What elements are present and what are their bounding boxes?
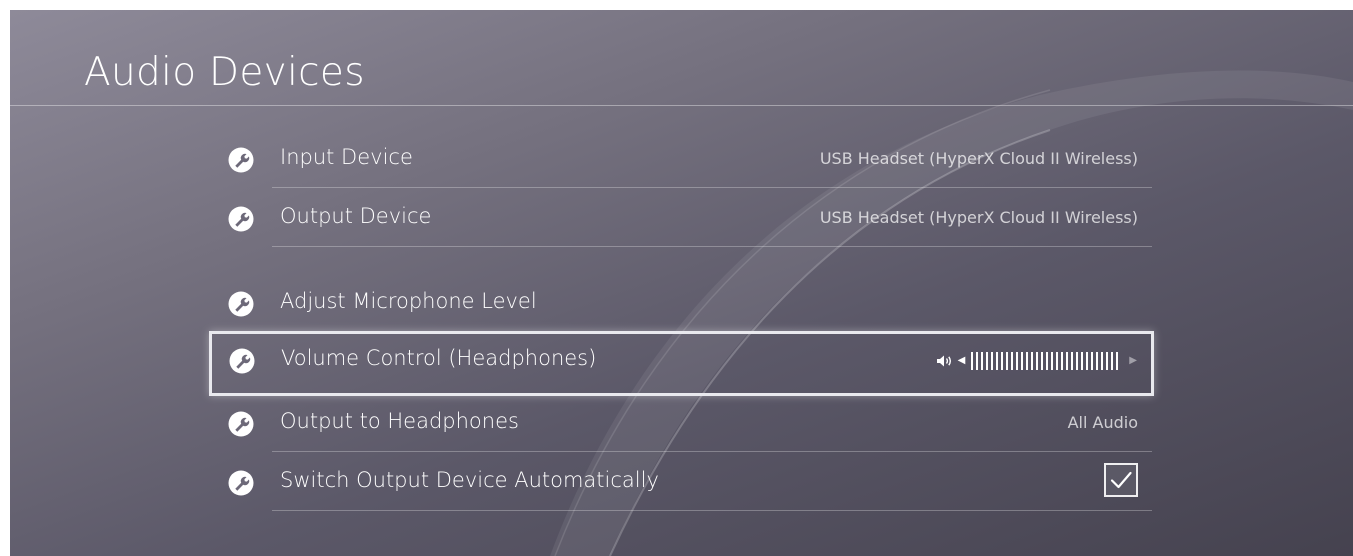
volume-tick — [1096, 352, 1099, 370]
right-arrow-icon[interactable]: ▶ — [1129, 356, 1137, 366]
menu-item-label: Switch Output Device Automatically — [280, 468, 659, 492]
volume-tick — [1041, 352, 1044, 370]
volume-tick — [1051, 352, 1054, 370]
page-title: Audio Devices — [84, 50, 365, 95]
output-to-headphones-value: All Audio — [1067, 413, 1138, 432]
volume-tick — [1111, 352, 1114, 370]
row-divider — [272, 451, 1152, 452]
menu-item-adjust-microphone-level[interactable]: Adjust Microphone Level — [208, 274, 1152, 332]
menu-item-output-device[interactable]: Output Device USB Headset (HyperX Cloud … — [208, 189, 1152, 247]
menu-item-output-to-headphones[interactable]: Output to Headphones All Audio — [208, 394, 1152, 452]
wrench-icon — [228, 291, 254, 317]
volume-tick — [1031, 352, 1034, 370]
row-divider — [272, 246, 1152, 247]
menu-item-label: Volume Control (Headphones) — [281, 346, 597, 370]
volume-tick — [1106, 352, 1109, 370]
volume-tick — [996, 352, 999, 370]
volume-tick — [1026, 352, 1029, 370]
input-device-value: USB Headset (HyperX Cloud II Wireless) — [819, 149, 1138, 168]
volume-tick — [986, 352, 989, 370]
wrench-icon — [229, 348, 255, 374]
audio-devices-screen: Audio Devices Input Device USB Headset (… — [10, 10, 1353, 556]
wrench-icon — [228, 206, 254, 232]
menu-item-label: Output to Headphones — [280, 409, 519, 433]
volume-level-bars — [971, 352, 1121, 370]
row-divider — [272, 510, 1152, 511]
volume-tick — [1081, 352, 1084, 370]
wrench-icon — [228, 411, 254, 437]
volume-tick — [1056, 352, 1059, 370]
volume-tick — [1076, 352, 1079, 370]
row-divider — [272, 187, 1152, 188]
volume-tick — [1021, 352, 1024, 370]
menu-item-switch-output-automatically[interactable]: Switch Output Device Automatically — [208, 453, 1152, 511]
menu-item-label: Output Device — [280, 204, 432, 228]
volume-tick — [976, 352, 979, 370]
volume-tick — [1071, 352, 1074, 370]
volume-tick — [981, 352, 984, 370]
volume-tick — [1011, 352, 1014, 370]
volume-tick — [1036, 352, 1039, 370]
title-divider — [10, 105, 1353, 106]
menu-item-input-device[interactable]: Input Device USB Headset (HyperX Cloud I… — [208, 130, 1152, 188]
volume-tick — [991, 352, 994, 370]
wrench-icon — [228, 147, 254, 173]
output-device-value: USB Headset (HyperX Cloud II Wireless) — [819, 208, 1138, 227]
volume-tick — [971, 352, 974, 370]
menu-item-label: Adjust Microphone Level — [280, 289, 537, 313]
menu-item-volume-control[interactable]: Volume Control (Headphones) ◀ ▶ — [209, 331, 1154, 396]
volume-tick — [1101, 352, 1104, 370]
checkmark-icon — [1110, 471, 1132, 489]
volume-tick — [1066, 352, 1069, 370]
volume-slider[interactable]: ◀ ▶ — [936, 350, 1137, 372]
volume-tick — [1001, 352, 1004, 370]
menu-item-label: Input Device — [280, 145, 413, 169]
volume-tick — [1016, 352, 1019, 370]
volume-tick — [1116, 352, 1119, 370]
speaker-icon — [936, 355, 951, 367]
volume-tick — [1006, 352, 1009, 370]
wrench-icon — [228, 470, 254, 496]
volume-tick — [1086, 352, 1089, 370]
volume-tick — [1091, 352, 1094, 370]
auto-switch-checkbox[interactable] — [1104, 463, 1138, 497]
left-arrow-icon[interactable]: ◀ — [958, 356, 966, 366]
volume-tick — [1046, 352, 1049, 370]
volume-tick — [1061, 352, 1064, 370]
